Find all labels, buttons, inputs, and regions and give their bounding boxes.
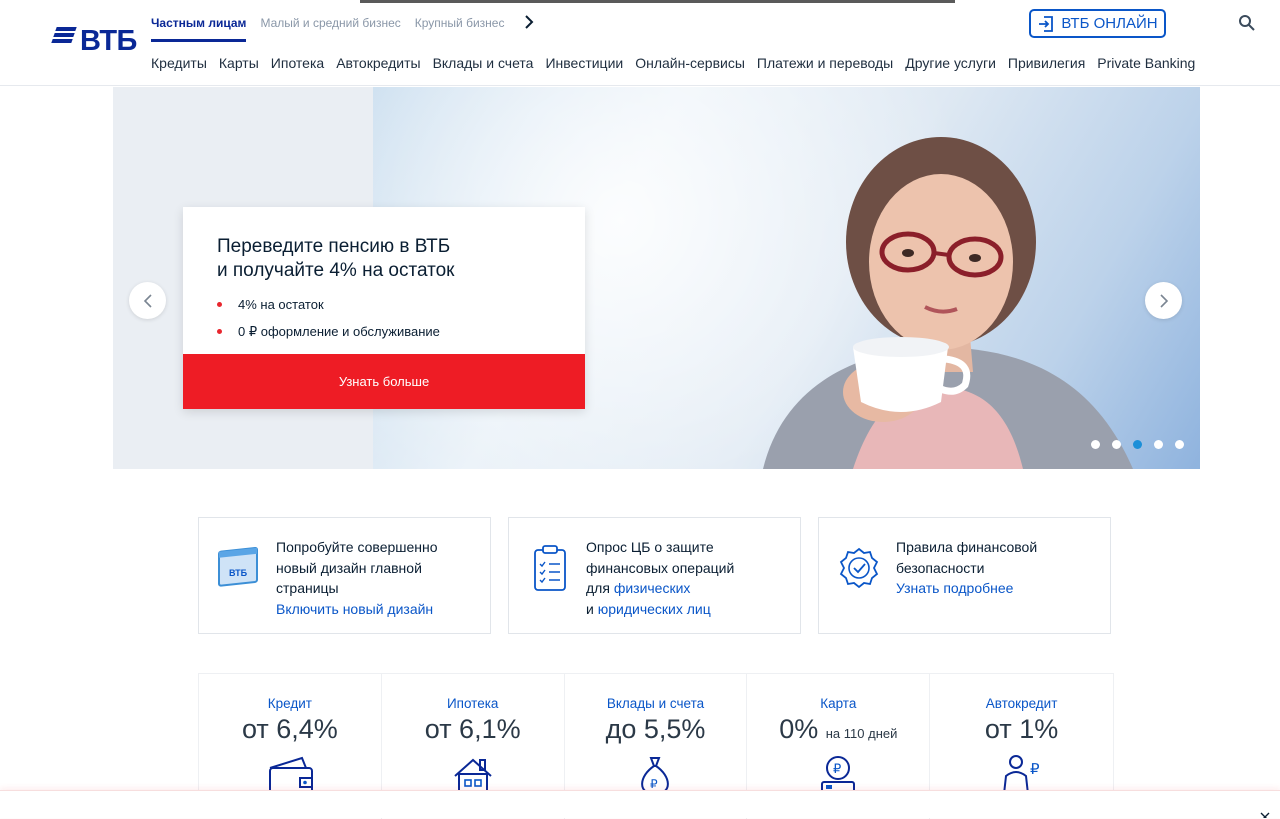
segment-sme[interactable]: Малый и средний бизнес — [260, 15, 400, 43]
money-bag-icon: ₽ — [641, 757, 670, 794]
card-coin-icon: ₽ — [821, 756, 856, 794]
carousel-dots — [1091, 440, 1184, 449]
individuals-link[interactable]: физических — [614, 580, 691, 596]
info-card-description: Правила финансовой безопасности — [896, 539, 1038, 576]
vtb-logo[interactable]: ВТБ — [51, 25, 142, 57]
carousel-prev-button[interactable] — [129, 282, 166, 319]
product-rate: от 1% — [984, 714, 1059, 744]
nav-item-online-services[interactable]: Онлайн-сервисы — [635, 55, 745, 71]
segment-private[interactable]: Частным лицам — [151, 15, 247, 43]
info-card-text: Опрос ЦБ о защите финансовых операций дл… — [586, 537, 791, 619]
hero-promo-card: Переведите пенсию в ВТБ и получайте 4% н… — [183, 207, 585, 409]
close-icon[interactable] — [1260, 809, 1270, 818]
person-ruble-icon: ₽ — [1002, 755, 1040, 794]
segment-corporate[interactable]: Крупный бизнес — [415, 15, 505, 43]
product-rate: от 6,1% — [424, 714, 521, 744]
hero-carousel: Переведите пенсию в ВТБ и получайте 4% н… — [113, 87, 1200, 469]
product-rate-suffix: на 110 дней — [825, 726, 898, 741]
learn-details-link[interactable]: Узнать подробнее — [896, 580, 1013, 596]
product-rate: 0% на 110 дней — [747, 714, 929, 745]
nav-item-private-banking[interactable]: Private Banking — [1097, 55, 1195, 71]
info-card-prefix: для — [586, 580, 614, 596]
site-header: ВТБ Частным лицам Малый и средний бизнес… — [0, 3, 1280, 86]
nav-item-payments[interactable]: Платежи и переводы — [757, 55, 893, 71]
nav-item-privilege[interactable]: Привилегия — [1008, 55, 1085, 71]
svg-text:₽: ₽ — [650, 777, 658, 791]
product-rate: до 5,5% — [605, 714, 706, 744]
verified-badge-icon — [839, 547, 879, 589]
search-icon[interactable] — [1238, 14, 1256, 32]
carousel-dot[interactable] — [1175, 440, 1184, 449]
product-rate: от 6,4% — [241, 714, 338, 744]
browser-window-icon: ВТБ — [218, 546, 258, 587]
product-name: Автокредит — [985, 696, 1058, 711]
nav-item-deposits[interactable]: Вклады и счета — [433, 55, 534, 71]
logo-text: ВТБ — [80, 25, 137, 57]
woman-with-cup-illustration — [763, 137, 1133, 469]
carousel-next-button[interactable] — [1145, 282, 1182, 319]
login-icon — [1039, 15, 1054, 32]
nav-item-other-services[interactable]: Другие услуги — [905, 55, 996, 71]
info-card-new-design[interactable]: ВТБ Попробуйте совершенно новый дизайн г… — [198, 517, 491, 634]
enable-new-design-link[interactable]: Включить новый дизайн — [276, 601, 433, 617]
product-name: Кредит — [267, 696, 312, 711]
product-name: Ипотека — [446, 696, 499, 711]
info-card-security-rules[interactable]: Правила финансовой безопасности Узнать п… — [818, 517, 1111, 634]
learn-more-button[interactable]: Узнать больше — [183, 354, 585, 409]
carousel-dot[interactable] — [1112, 440, 1121, 449]
carousel-dot[interactable] — [1091, 440, 1100, 449]
info-card-text: Правила финансовой безопасности Узнать п… — [896, 537, 1101, 599]
logo-bars-icon — [51, 27, 77, 43]
chevron-right-icon — [1159, 293, 1168, 308]
nav-item-car-loans[interactable]: Автокредиты — [336, 55, 420, 71]
nav-item-mortgage[interactable]: Ипотека — [271, 55, 324, 71]
svg-text:₽: ₽ — [1030, 761, 1040, 778]
wallet-icon — [268, 756, 313, 794]
info-card-description: Попробуйте совершенно новый дизайн главн… — [276, 539, 438, 596]
hero-bullets: 4% на остаток 0 ₽ оформление и обслужива… — [217, 291, 440, 345]
nav-item-investments[interactable]: Инвестиции — [545, 55, 623, 71]
product-name: Вклады и счета — [606, 696, 705, 711]
carousel-dot[interactable] — [1154, 440, 1163, 449]
nav-item-credits[interactable]: Кредиты — [151, 55, 207, 71]
cookie-banner — [0, 790, 1280, 818]
clipboard-checklist-icon — [534, 545, 566, 591]
vtb-online-button[interactable]: ВТБ ОНЛАЙН — [1029, 9, 1166, 38]
hero-title-line2: и получайте 4% на остаток — [217, 260, 455, 281]
carousel-dot-active[interactable] — [1133, 440, 1142, 449]
legal-entities-link[interactable]: юридических лиц — [598, 601, 711, 617]
hero-bullet: 0 ₽ оформление и обслуживание — [217, 318, 440, 345]
info-card-description: Опрос ЦБ о защите финансовых операций — [586, 539, 735, 576]
house-icon — [454, 758, 492, 794]
info-card-prefix: и — [586, 600, 598, 617]
product-rate-value: 0% — [779, 714, 819, 744]
hero-bullet: 4% на остаток — [217, 291, 440, 318]
nav-item-cards[interactable]: Карты — [219, 55, 259, 71]
segment-switcher: Частным лицам Малый и средний бизнес Кру… — [151, 15, 534, 43]
vtb-online-label: ВТБ ОНЛАЙН — [1061, 15, 1158, 32]
hero-title-line1: Переведите пенсию в ВТБ — [217, 236, 451, 257]
chevron-left-icon — [143, 293, 152, 308]
product-name: Карта — [820, 696, 857, 711]
svg-text:ВТБ: ВТБ — [229, 568, 248, 578]
svg-text:₽: ₽ — [833, 761, 841, 776]
chevron-right-icon[interactable] — [524, 15, 534, 43]
info-card-text: Попробуйте совершенно новый дизайн главн… — [276, 537, 481, 619]
hero-title: Переведите пенсию в ВТБ и получайте 4% н… — [217, 235, 557, 283]
info-card-cb-survey[interactable]: Опрос ЦБ о защите финансовых операций дл… — [508, 517, 801, 634]
main-nav: Кредиты Карты Ипотека Автокредиты Вклады… — [151, 55, 1207, 71]
